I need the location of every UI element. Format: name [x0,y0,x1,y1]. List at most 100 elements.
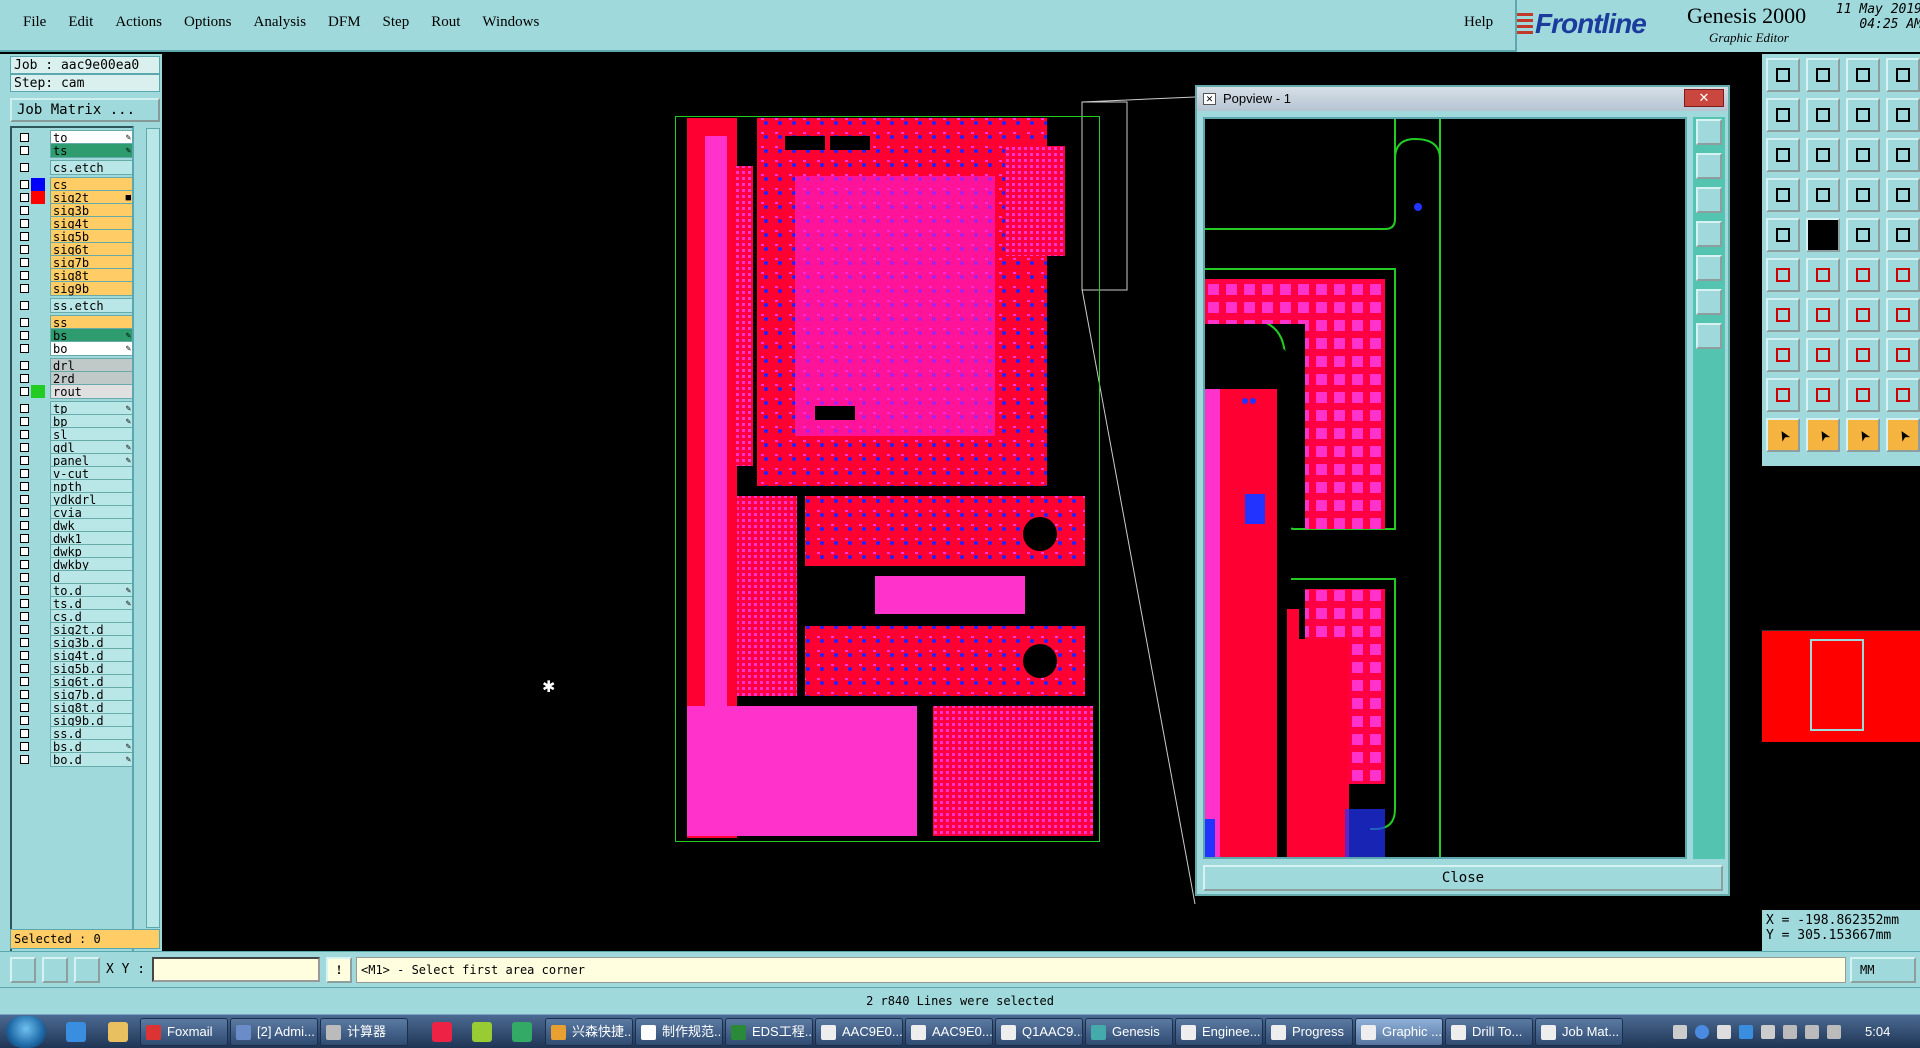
mirror-icon[interactable] [1886,298,1920,332]
layer-checkbox[interactable] [20,443,29,452]
tray-arrow-icon[interactable] [1717,1025,1731,1039]
layer-checkbox[interactable] [20,374,29,383]
layer-row[interactable]: rout [14,384,132,399]
pan-down-icon[interactable] [1696,187,1722,213]
snap-grid-icon[interactable] [1846,338,1880,372]
layer-checkbox[interactable] [20,573,29,582]
layer-checkbox[interactable] [20,521,29,530]
overview-viewport[interactable] [1810,639,1864,731]
one-to-one-icon[interactable] [1846,138,1880,172]
zoom-in-icon[interactable] [1806,58,1840,92]
layer-checkbox[interactable] [20,625,29,634]
layer-name[interactable]: sig9b [50,281,132,296]
power-icon[interactable] [1827,1025,1841,1039]
layers-icon[interactable] [1846,178,1880,212]
pointer-select-icon[interactable]: ➤ [1806,418,1840,452]
layer-checkbox[interactable] [20,755,29,764]
layer-checkbox[interactable] [20,430,29,439]
layer-checkbox[interactable] [20,387,29,396]
ruler-icon[interactable] [1766,178,1800,212]
layer-list-scrollbar[interactable] [146,128,160,928]
help-icon[interactable] [1695,1025,1709,1039]
layers-red-icon[interactable] [1886,178,1920,212]
taskbar-item[interactable]: Graphic ... [1355,1018,1443,1046]
layer-checkbox[interactable] [20,163,29,172]
taskbar-item[interactable]: EDS工程... [725,1018,813,1046]
layer-checkbox[interactable] [20,258,29,267]
layer-checkbox[interactable] [20,703,29,712]
popview-titlebar[interactable]: ✕ Popview - 1 [1197,87,1728,111]
taskbar-item[interactable]: AAC9E0... [815,1018,903,1046]
layer-row[interactable]: ts ✎ [14,143,132,158]
draw-line-icon[interactable] [1766,298,1800,332]
layer-checkbox[interactable] [20,301,29,310]
house-icon[interactable] [1846,58,1880,92]
layer-color-swatch[interactable] [31,385,45,398]
start-button[interactable] [6,1016,46,1048]
menu-options[interactable]: Options [173,14,243,31]
taskbar-item[interactable]: 制作规范... [635,1018,723,1046]
zoom-out-icon[interactable] [1696,153,1722,179]
layer-checkbox[interactable] [20,508,29,517]
layer-name[interactable]: ss.etch [50,298,132,313]
menu-dfm[interactable]: DFM [317,14,372,31]
scroll-icon[interactable] [1886,98,1920,132]
taskbar-item[interactable]: Progress [1265,1018,1353,1046]
layer-checkbox[interactable] [20,612,29,621]
grid-icon[interactable] [74,957,100,983]
layer-name[interactable]: rout [50,384,132,399]
units-select[interactable]: MM [1850,957,1916,983]
snap-icon[interactable] [10,957,36,983]
zoom-home-icon[interactable] [1766,58,1800,92]
keyboard-icon[interactable] [1673,1025,1687,1039]
layer-checkbox[interactable] [20,331,29,340]
layer-checkbox[interactable] [20,638,29,647]
taskbar-item[interactable]: 计算器 [320,1018,408,1046]
zoom-in-icon[interactable] [1696,119,1722,145]
fit-view-icon[interactable] [1696,289,1722,315]
select-route-icon[interactable] [1846,258,1880,292]
window-icon[interactable] [1886,58,1920,92]
layer-checkbox[interactable] [20,146,29,155]
flag-icon[interactable] [1761,1025,1775,1039]
app-icon[interactable] [472,1022,492,1042]
layer-checkbox[interactable] [20,404,29,413]
wechat-icon[interactable] [432,1022,452,1042]
taskbar-item[interactable]: Job Mat... [1535,1018,1623,1046]
layer-checkbox[interactable] [20,318,29,327]
ie-icon[interactable] [66,1022,86,1042]
info-button[interactable]: ! [326,957,352,983]
taskbar-item[interactable]: Foxmail [140,1018,228,1046]
triangle-c-icon[interactable] [1886,378,1920,412]
layer-name[interactable]: bo ✎ [50,341,132,356]
popview-view[interactable] [1203,117,1687,859]
layer-checkbox[interactable] [20,690,29,699]
layer-checkbox[interactable] [20,742,29,751]
taskbar-item[interactable]: Q1AAC9... [995,1018,1083,1046]
layer-checkbox[interactable] [20,482,29,491]
taskbar-item[interactable]: Enginee... [1175,1018,1263,1046]
grid-view-icon[interactable] [1806,178,1840,212]
pan-right-icon[interactable] [1806,98,1840,132]
taskbar-item[interactable]: AAC9E0... [905,1018,993,1046]
help-icon[interactable] [1886,138,1920,172]
snap-pad-icon[interactable] [1766,338,1800,372]
layer-name[interactable]: bo.d ✎ [50,752,132,767]
layer-row[interactable]: bo.d ✎ [14,752,132,767]
layer-checkbox[interactable] [20,180,29,189]
ratio-icon[interactable] [1846,98,1880,132]
snap-line-icon[interactable] [1806,338,1840,372]
security-icon[interactable] [1739,1025,1753,1039]
layer-checkbox[interactable] [20,547,29,556]
layer-checkbox[interactable] [20,729,29,738]
triangle-a-icon[interactable] [1806,378,1840,412]
triangle-b-icon[interactable] [1846,378,1880,412]
pcb-board[interactable] [674,115,1101,843]
help-menu[interactable]: Help [1458,14,1499,31]
layer-row[interactable]: sig9b [14,281,132,296]
rotate-icon[interactable] [1846,298,1880,332]
center-icon[interactable] [1806,138,1840,172]
job-matrix-button[interactable]: Job Matrix ... [10,98,160,122]
layer-checkbox[interactable] [20,361,29,370]
menu-rout[interactable]: Rout [420,14,471,31]
